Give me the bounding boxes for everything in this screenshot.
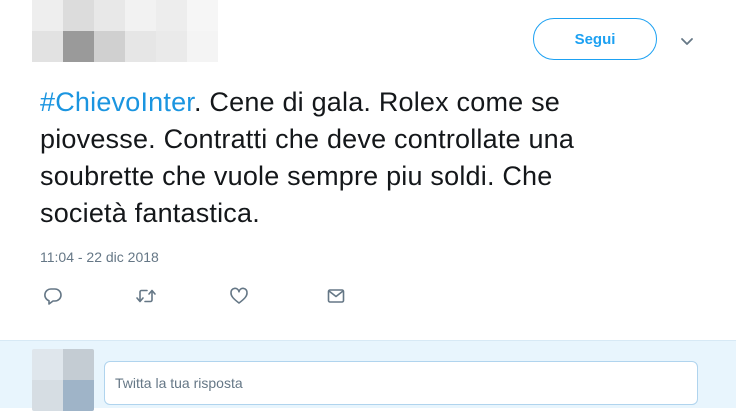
reply-input[interactable]: [104, 361, 698, 405]
follow-button[interactable]: Segui: [533, 18, 657, 60]
tweet-text: #ChievoInter. Cene di gala. Rolex come s…: [40, 84, 690, 232]
tweet-actions: [40, 284, 360, 308]
tweet-timestamp[interactable]: 11:04 - 22 dic 2018: [40, 249, 159, 265]
chevron-down-icon[interactable]: [677, 32, 697, 52]
tweet-text-line: società fantastica.: [40, 198, 260, 228]
tweet-card: Segui #ChievoInter. Cene di gala. Rolex …: [0, 0, 736, 340]
tweet-text-line: #ChievoInter. Cene di gala. Rolex come s…: [40, 84, 690, 121]
blurred-user-avatar: [32, 349, 94, 411]
reply-composer: [0, 340, 736, 411]
tweet-text-line: piovesse. Contratti che deve controllate…: [40, 124, 575, 154]
envelope-icon[interactable]: [323, 284, 349, 308]
tweet-text-line: soubrette che vuole sempre piu soldi. Ch…: [40, 161, 553, 191]
retweet-icon[interactable]: [133, 284, 159, 308]
blurred-author-avatar: [32, 0, 218, 62]
heart-icon[interactable]: [226, 284, 252, 308]
hashtag-link[interactable]: #ChievoInter: [40, 87, 194, 117]
reply-icon[interactable]: [40, 284, 66, 308]
tweet-text-segment: . Cene di gala. Rolex come se: [194, 87, 560, 117]
